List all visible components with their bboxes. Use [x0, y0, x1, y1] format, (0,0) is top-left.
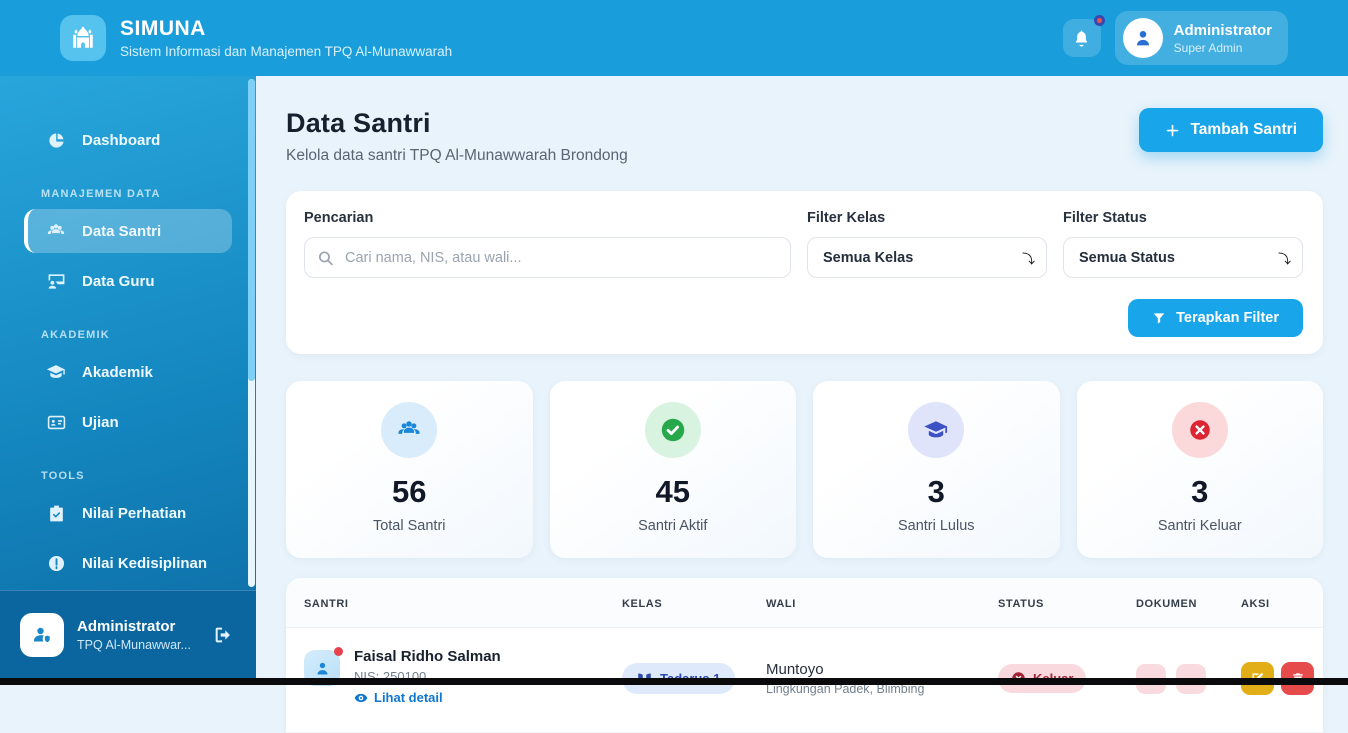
- sidebar-item-label: Ujian: [82, 414, 119, 431]
- stat-label: Total Santri: [296, 518, 523, 534]
- window-bottom-edge: [0, 678, 1348, 685]
- sidebar-item-label: Akademik: [82, 364, 153, 381]
- stat-card-santri-lulus: 3 Santri Lulus: [813, 381, 1060, 558]
- id-card-icon: [46, 412, 66, 432]
- notifications-button[interactable]: [1063, 19, 1101, 57]
- stat-label: Santri Lulus: [823, 518, 1050, 534]
- graduation-cap-icon: [46, 362, 66, 382]
- funnel-icon: [1152, 311, 1166, 325]
- santri-table: SANTRI KELAS WALI STATUS DOKUMEN AKSI Fa…: [286, 578, 1323, 733]
- view-detail-label: Lihat detail: [374, 690, 443, 705]
- sidebar-profile-org: TPQ Al-Munawwar...: [77, 638, 191, 652]
- sidebar-item-label: Nilai Kedisiplinan: [82, 555, 207, 572]
- stat-value: 56: [296, 474, 523, 510]
- sidebar-item-label: Nilai Perhatian: [82, 505, 186, 522]
- graduation-cap-icon: [908, 402, 964, 458]
- sidebar-section-akademik: AKADEMIK: [41, 329, 232, 341]
- chalkboard-teacher-icon: [46, 271, 66, 291]
- search-label: Pencarian: [304, 210, 791, 226]
- x-circle-icon: [1172, 402, 1228, 458]
- sidebar-item-data-guru[interactable]: Data Guru: [24, 259, 232, 303]
- sidebar-item-nilai-kedisiplinan[interactable]: Nilai Kedisiplinan: [24, 541, 232, 585]
- sidebar-scrollbar-thumb[interactable]: [248, 79, 255, 381]
- check-circle-icon: [645, 402, 701, 458]
- stats-row: 56 Total Santri 45 Santri Aktif 3 Santri…: [286, 381, 1323, 558]
- main-content: Data Santri Kelola data santri TPQ Al-Mu…: [256, 76, 1348, 733]
- apply-filter-button[interactable]: Terapkan Filter: [1128, 299, 1303, 337]
- sidebar-item-label: Data Santri: [82, 223, 161, 240]
- status-dot: [334, 647, 343, 656]
- sidebar-profile-card: Administrator TPQ Al-Munawwar...: [0, 590, 256, 678]
- filter-status-label: Filter Status: [1063, 210, 1303, 226]
- sidebar-section-manajemen-data: MANAJEMEN DATA: [41, 188, 232, 200]
- sidebar-item-nilai-perhatian[interactable]: Nilai Perhatian: [24, 491, 232, 535]
- circle-exclamation-icon: [46, 553, 66, 573]
- add-santri-button[interactable]: Tambah Santri: [1139, 108, 1323, 152]
- column-header-santri: SANTRI: [286, 578, 622, 627]
- mosque-icon: [70, 25, 96, 51]
- sidebar-item-ujian[interactable]: Ujian: [24, 400, 232, 444]
- user-shield-icon: [30, 623, 54, 647]
- sidebar-item-dashboard[interactable]: Dashboard: [24, 118, 232, 162]
- plus-icon: [1165, 123, 1180, 138]
- profile-icon-box: [20, 613, 64, 657]
- sidebar-scrollbar[interactable]: [248, 79, 255, 587]
- page-title: Data Santri: [286, 108, 628, 139]
- sidebar-nav: Dashboard MANAJEMEN DATA Data Santri Dat…: [0, 76, 256, 590]
- column-header-wali: WALI: [766, 578, 998, 627]
- sidebar-item-data-santri[interactable]: Data Santri: [24, 209, 232, 253]
- app-header: SIMUNA Sistem Informasi dan Manajemen TP…: [0, 0, 1348, 76]
- wali-name: Muntoyo: [766, 661, 998, 678]
- sidebar-item-akademik[interactable]: Akademik: [24, 350, 232, 394]
- sidebar-item-label: Dashboard: [82, 132, 160, 149]
- stat-value: 3: [823, 474, 1050, 510]
- apply-filter-label: Terapkan Filter: [1176, 310, 1279, 326]
- table-header: SANTRI KELAS WALI STATUS DOKUMEN AKSI: [286, 578, 1323, 628]
- filter-kelas-select[interactable]: Semua Kelas: [807, 237, 1047, 278]
- stat-label: Santri Aktif: [560, 518, 787, 534]
- app-name: SIMUNA: [120, 17, 452, 41]
- app-logo: [60, 15, 106, 61]
- column-header-aksi: AKSI: [1241, 578, 1323, 627]
- filter-kelas-label: Filter Kelas: [807, 210, 1047, 226]
- user-icon: [1132, 27, 1154, 49]
- stat-card-total-santri: 56 Total Santri: [286, 381, 533, 558]
- filter-card: Pencarian Filter Kelas Semua Kelas ⤵ Fil…: [286, 191, 1323, 354]
- add-santri-label: Tambah Santri: [1190, 121, 1297, 139]
- view-detail-link[interactable]: Lihat detail: [354, 690, 443, 705]
- bell-icon: [1072, 29, 1091, 48]
- santri-name: Faisal Ridho Salman: [354, 648, 501, 665]
- header-user-role: Super Admin: [1174, 41, 1272, 55]
- sidebar-section-tools: TOOLS: [41, 470, 232, 482]
- sidebar-item-label: Data Guru: [82, 273, 155, 290]
- chart-pie-icon: [46, 130, 66, 150]
- avatar: [1123, 18, 1163, 58]
- app-subtitle: Sistem Informasi dan Manajemen TPQ Al-Mu…: [120, 44, 452, 59]
- users-icon: [46, 221, 66, 241]
- notification-badge: [1094, 15, 1105, 26]
- user-profile-menu[interactable]: Administrator Super Admin: [1115, 11, 1288, 65]
- logout-button[interactable]: [212, 623, 236, 647]
- filter-status-select[interactable]: Semua Status: [1063, 237, 1303, 278]
- header-user-name: Administrator: [1174, 22, 1272, 39]
- search-input[interactable]: [304, 237, 791, 278]
- sign-out-icon: [212, 624, 236, 646]
- stat-card-santri-keluar: 3 Santri Keluar: [1077, 381, 1324, 558]
- stat-value: 3: [1087, 474, 1314, 510]
- sidebar-profile-name: Administrator: [77, 618, 191, 635]
- stat-card-santri-aktif: 45 Santri Aktif: [550, 381, 797, 558]
- page-subtitle: Kelola data santri TPQ Al-Munawwarah Bro…: [286, 147, 628, 165]
- user-icon: [313, 659, 332, 678]
- users-icon: [381, 402, 437, 458]
- sidebar: Dashboard MANAJEMEN DATA Data Santri Dat…: [0, 76, 256, 685]
- search-icon: [317, 249, 334, 266]
- eye-icon: [354, 691, 368, 705]
- stat-label: Santri Keluar: [1087, 518, 1314, 534]
- stat-value: 45: [560, 474, 787, 510]
- column-header-kelas: KELAS: [622, 578, 766, 627]
- column-header-status: STATUS: [998, 578, 1136, 627]
- column-header-dokumen: DOKUMEN: [1136, 578, 1241, 627]
- clipboard-check-icon: [46, 503, 66, 523]
